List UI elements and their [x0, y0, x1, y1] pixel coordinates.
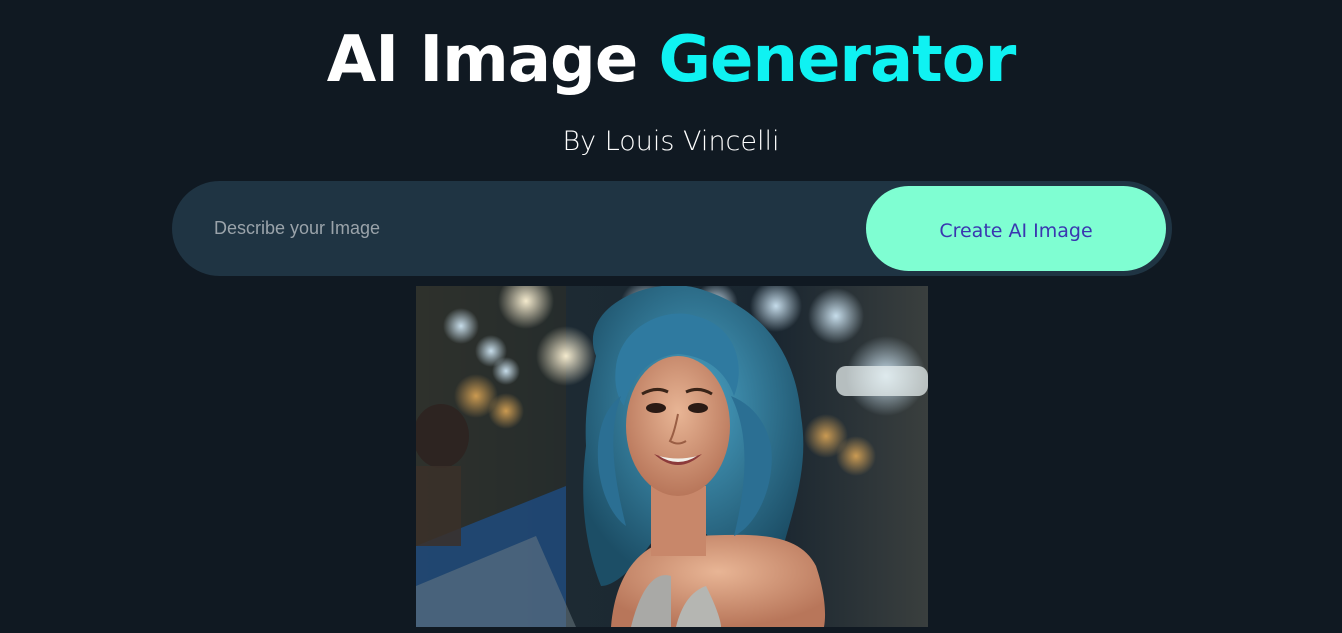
page-title: AI Image Generator	[0, 18, 1342, 102]
create-image-button[interactable]: Create AI Image	[866, 186, 1166, 271]
page: AI Image Generator By Louis Vincelli Cre…	[0, 0, 1342, 633]
title-accent: Generator	[658, 23, 1017, 97]
generated-image	[416, 286, 928, 627]
portrait-image	[416, 286, 928, 627]
author-subtitle: By Louis Vincelli	[562, 126, 780, 157]
title-main: AI Image	[326, 23, 659, 97]
prompt-input[interactable]	[172, 181, 852, 276]
prompt-bar: Create AI Image	[172, 181, 1172, 276]
